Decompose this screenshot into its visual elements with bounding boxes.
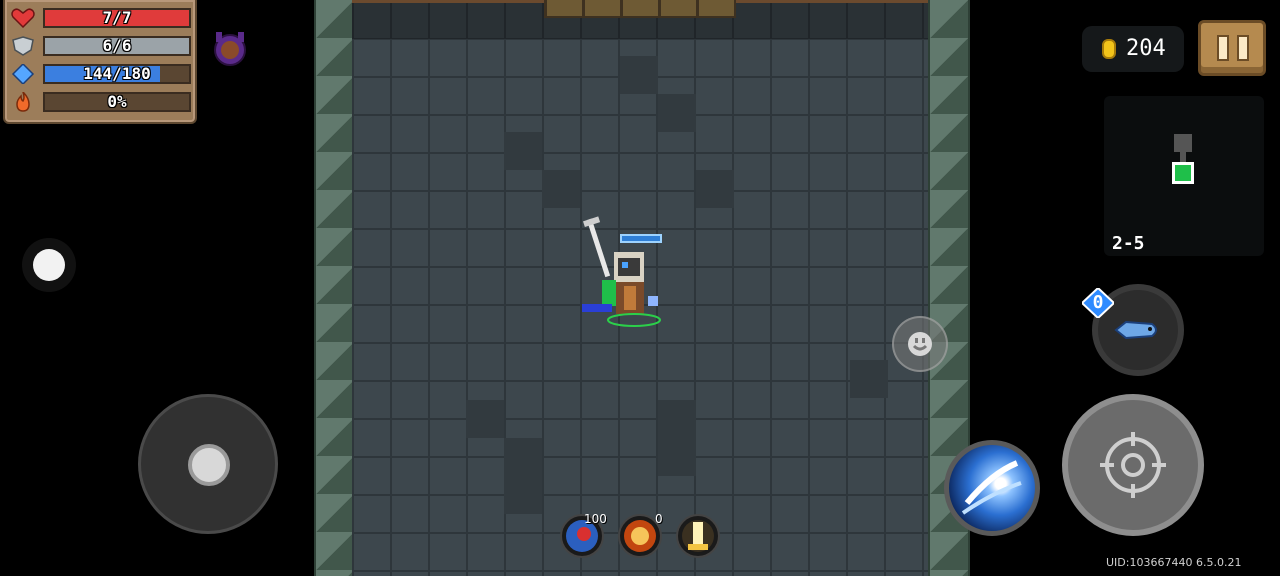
floor-tile (658, 94, 696, 132)
purple-pet-buff-icon (214, 32, 246, 66)
minimap-rooms (1172, 134, 1194, 184)
pause-icon-bar (1237, 35, 1249, 61)
gold-coin-icon (1102, 39, 1116, 59)
attack-button[interactable] (1062, 394, 1204, 536)
golden-light-icon (682, 520, 714, 552)
left-wall (314, 0, 356, 576)
floor-tile (504, 132, 542, 170)
movement-joystick[interactable] (138, 394, 278, 534)
crosshair-icon (1100, 432, 1166, 498)
weapon-energy-cost: 0 (1082, 288, 1114, 318)
armor-text: 6/6 (102, 36, 132, 55)
armor-row: 6/6 (11, 35, 191, 57)
health-text: 7/7 (102, 8, 132, 27)
energy-text: 144/180 (83, 64, 151, 83)
pause-icon (1217, 35, 1229, 61)
player-character (582, 216, 661, 327)
skill-charge-text: 0% (107, 92, 127, 111)
floating-menu-button[interactable] (22, 238, 76, 292)
minimap[interactable]: 2-5 (1104, 96, 1264, 256)
health-row: 7/7 (11, 7, 191, 29)
skill-charge-row: 0% (11, 91, 191, 113)
heart-icon (11, 8, 35, 28)
armor-bar: 6/6 (43, 36, 191, 56)
emote-button[interactable] (892, 316, 948, 372)
flame-icon (16, 92, 30, 112)
smiley-icon (908, 332, 932, 356)
level-indicator: 2-5 (1112, 233, 1145, 254)
shield-icon (12, 36, 34, 56)
dungeon-door (544, 0, 736, 18)
floor-tile (466, 400, 504, 438)
coin-value: 204 (1126, 36, 1166, 61)
health-bar: 7/7 (43, 8, 191, 28)
uid-version-label: UID:103667440 6.5.0.21 (1106, 556, 1242, 569)
buff-count-1: 100 (584, 512, 607, 526)
energy-row: 144/180 (11, 63, 191, 85)
player-stats-panel: 7/7 6/6 144/180 0% (3, 0, 197, 124)
floor-tile (620, 56, 658, 94)
energy-diamond-icon (11, 64, 35, 84)
pause-button[interactable] (1198, 20, 1266, 76)
energy-bar: 144/180 (43, 64, 191, 84)
weapon-cost-value: 0 (1092, 292, 1104, 313)
floor-tile (850, 360, 888, 398)
game-screen: 7/7 6/6 144/180 0% 204 2-5 0 100 0 UID:1… (0, 0, 1280, 576)
skill-button[interactable] (944, 440, 1040, 536)
buff-count-2: 0 (655, 512, 663, 526)
floor-tile (658, 400, 696, 476)
fire-fist-icon (624, 520, 656, 552)
floor-tile (542, 170, 580, 208)
floor-tile (504, 438, 542, 514)
skill-charge-bar: 0% (43, 92, 191, 112)
buff-slot-3 (676, 514, 720, 558)
floating-button-dot (33, 249, 65, 281)
joystick-knob[interactable] (188, 444, 230, 486)
floor-tile (696, 170, 734, 208)
fish-weapon-icon (1114, 320, 1157, 340)
wave-slash-icon (961, 460, 1022, 515)
coin-counter: 204 (1082, 26, 1184, 72)
